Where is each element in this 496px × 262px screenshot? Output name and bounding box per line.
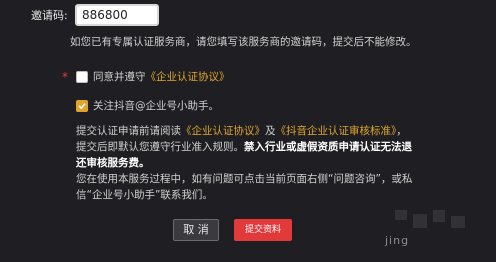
invite-code-label: 邀请码: bbox=[31, 9, 68, 22]
form-panel: 邀请码: 如您已有专属认证服务商，请您填写该服务商的邀请码，提交后不能修改。 *… bbox=[0, 0, 496, 262]
follow-checkbox[interactable] bbox=[76, 100, 88, 112]
agree-prefix: 同意并遵守 bbox=[93, 71, 146, 83]
agreement-link-2[interactable]: 《企业认证协议》 bbox=[181, 125, 265, 137]
check-icon bbox=[78, 103, 86, 110]
cancel-button[interactable]: 取 消 bbox=[173, 219, 219, 241]
review-standard-link[interactable]: 《抖音企业认证审核标准》 bbox=[276, 125, 397, 137]
invite-code-input[interactable] bbox=[75, 4, 159, 26]
watermark-text: jing bbox=[385, 234, 410, 247]
notice-paragraph-1: 提交认证申请前请阅读《企业认证协议》及《抖音企业认证审核标准》，提交后即默认您遵… bbox=[76, 123, 416, 171]
watermark: jing bbox=[385, 210, 480, 250]
notice-paragraph-2: 您在使用本服务过程中，如有问题可点击当前页面右侧“问题咨询”，或私信“企业号小助… bbox=[76, 173, 413, 201]
agreement-link[interactable]: 《企业认证协议》 bbox=[146, 71, 230, 83]
submit-button[interactable]: 提交资料 bbox=[234, 219, 292, 241]
agree-text: 同意并遵守《企业认证协议》 bbox=[93, 70, 230, 84]
follow-label: 关注抖音@企业号小助手。 bbox=[93, 100, 219, 112]
notice-text: 提交认证申请前请阅读 bbox=[76, 125, 181, 137]
notice-text-and: 及 bbox=[265, 125, 276, 137]
agree-checkbox[interactable] bbox=[76, 71, 88, 83]
invite-code-hint: 如您已有专属认证服务商，请您填写该服务商的邀请码，提交后不能修改。 bbox=[70, 36, 417, 48]
required-star: * bbox=[62, 70, 68, 84]
